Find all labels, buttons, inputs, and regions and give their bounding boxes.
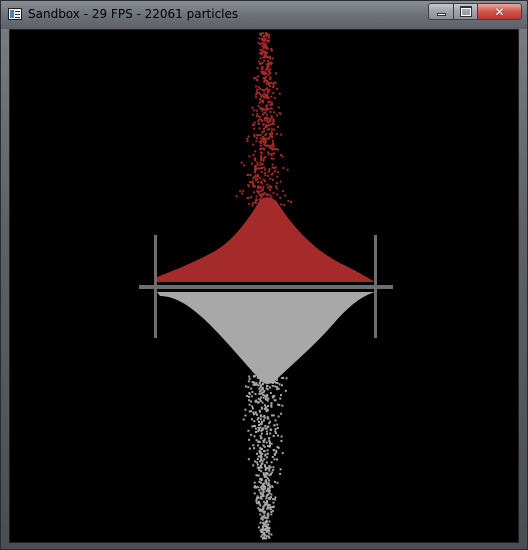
window-controls: ✕ bbox=[428, 3, 522, 20]
grey-particle-stream bbox=[242, 375, 288, 540]
app-window: Sandbox - 29 FPS - 22061 particles ✕ bbox=[0, 0, 528, 550]
title-bar[interactable]: Sandbox - 29 FPS - 22061 particles ✕ bbox=[1, 1, 527, 29]
maximize-button[interactable] bbox=[454, 3, 478, 20]
sandbox-canvas[interactable] bbox=[10, 30, 518, 542]
close-icon: ✕ bbox=[494, 4, 505, 19]
red-particle-pile bbox=[157, 197, 375, 282]
maximize-icon bbox=[459, 6, 472, 17]
window-title: Sandbox - 29 FPS - 22061 particles bbox=[28, 7, 239, 21]
sandbox-canvas-area[interactable] bbox=[9, 29, 519, 543]
minimize-button[interactable] bbox=[428, 3, 454, 20]
close-button[interactable]: ✕ bbox=[478, 3, 522, 20]
left-vertical-post bbox=[154, 235, 157, 338]
minimize-icon bbox=[436, 13, 446, 16]
right-vertical-post bbox=[374, 235, 377, 338]
red-particle-stream bbox=[235, 32, 293, 207]
grey-particle-pile bbox=[157, 292, 375, 384]
window-app-icon[interactable] bbox=[8, 8, 22, 20]
horizontal-divider-bar bbox=[139, 285, 393, 289]
